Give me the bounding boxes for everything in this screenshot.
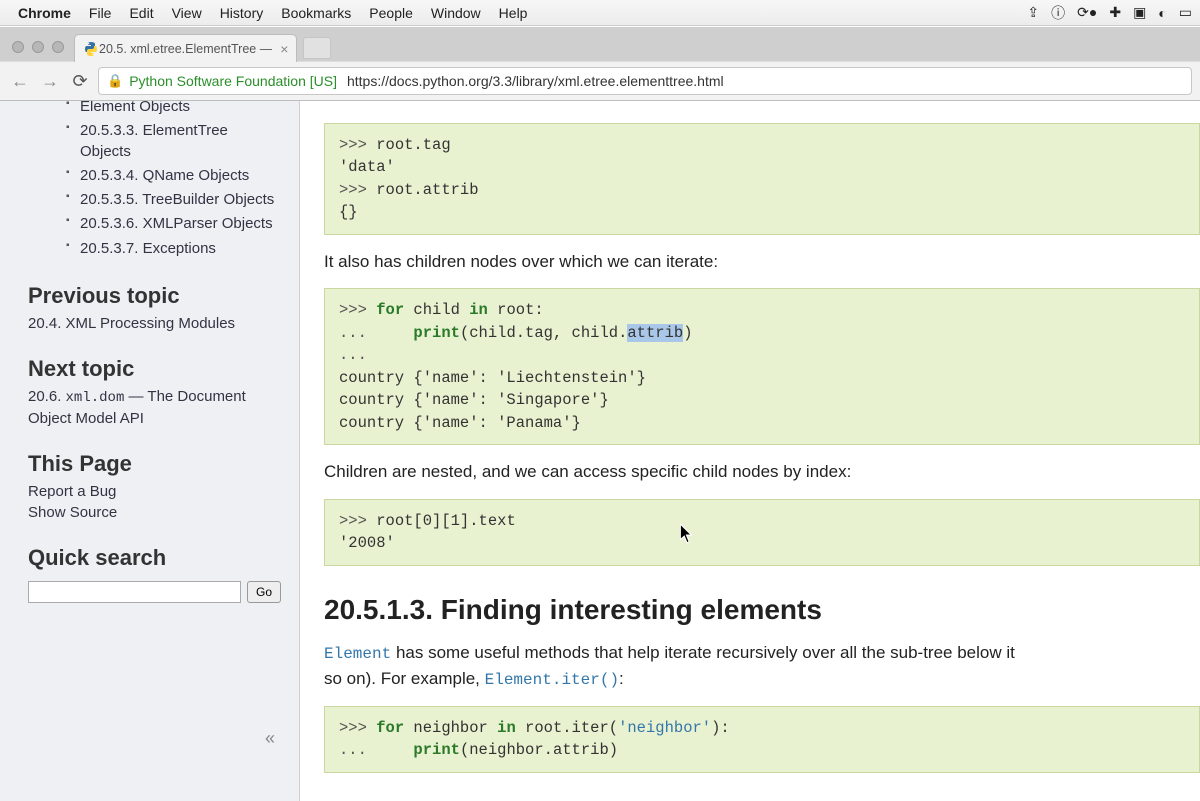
browser-window: 20.5. xml.etree.ElementTree — × ← → ⟳ 🔒 … bbox=[0, 26, 1200, 801]
close-tab-icon[interactable]: × bbox=[280, 41, 288, 57]
report-bug-link[interactable]: Report a Bug bbox=[28, 481, 281, 502]
quick-search-go-button[interactable]: Go bbox=[247, 581, 281, 603]
menubar-history[interactable]: History bbox=[220, 5, 264, 21]
new-tab-button[interactable] bbox=[303, 37, 331, 59]
toc-item[interactable]: 20.5.3.4. QName Objects bbox=[68, 164, 281, 188]
plus-icon[interactable]: ✚ bbox=[1109, 4, 1121, 21]
back-button[interactable]: ← bbox=[8, 69, 32, 93]
mac-menubar: Chrome File Edit View History Bookmarks … bbox=[0, 0, 1200, 26]
page-body: Element Objects 20.5.3.3. ElementTree Ob… bbox=[0, 101, 1200, 801]
lock-icon: 🔒 bbox=[107, 73, 123, 89]
zoom-window-button[interactable] bbox=[52, 41, 64, 53]
minimize-window-button[interactable] bbox=[32, 41, 44, 53]
code-block: >>> root.tag 'data' >>> root.attrib {} bbox=[324, 123, 1200, 235]
reload-button[interactable]: ⟳ bbox=[68, 69, 92, 93]
info-icon[interactable]: ⓘ bbox=[1051, 3, 1065, 23]
paragraph: Children are nested, and we can access s… bbox=[324, 459, 1200, 485]
next-topic-heading: Next topic bbox=[28, 356, 281, 382]
browser-toolbar: ← → ⟳ 🔒 Python Software Foundation [US] … bbox=[0, 61, 1200, 101]
toc-item[interactable]: 20.5.3.3. ElementTree Objects bbox=[68, 119, 281, 164]
window-controls bbox=[12, 41, 64, 53]
section-heading: 20.5.1.3. Finding interesting elements bbox=[324, 594, 1200, 626]
quick-search-input[interactable] bbox=[28, 581, 241, 603]
dropbox-icon[interactable]: ⇪ bbox=[1027, 4, 1039, 21]
collapse-sidebar-icon[interactable]: « bbox=[265, 728, 275, 749]
code-block: >>> root[0][1].text '2008' bbox=[324, 499, 1200, 566]
display-icon[interactable]: ▭ bbox=[1179, 4, 1192, 21]
main-content: >>> root.tag 'data' >>> root.attrib {} I… bbox=[300, 101, 1200, 801]
previous-topic-link[interactable]: 20.4. XML Processing Modules bbox=[28, 313, 281, 334]
menubar-app[interactable]: Chrome bbox=[18, 5, 71, 21]
quick-search-heading: Quick search bbox=[28, 545, 281, 571]
python-favicon-icon bbox=[83, 41, 99, 57]
address-bar[interactable]: 🔒 Python Software Foundation [US] https:… bbox=[98, 67, 1192, 95]
tab-bar: 20.5. xml.etree.ElementTree — × bbox=[0, 27, 1200, 61]
element-iter-link[interactable]: Element.iter() bbox=[485, 671, 619, 689]
sync-icon[interactable]: ⟳● bbox=[1077, 4, 1097, 21]
toc-item[interactable]: 20.5.3.6. XMLParser Objects bbox=[68, 212, 281, 236]
url-text: https://docs.python.org/3.3/library/xml.… bbox=[347, 73, 724, 89]
previous-topic-heading: Previous topic bbox=[28, 283, 281, 309]
browser-tab[interactable]: 20.5. xml.etree.ElementTree — × bbox=[74, 34, 297, 62]
menubar-help[interactable]: Help bbox=[499, 5, 528, 21]
element-class-link[interactable]: Element bbox=[324, 645, 391, 663]
toc-item[interactable]: Element Objects bbox=[68, 101, 281, 119]
menubar-file[interactable]: File bbox=[89, 5, 112, 21]
toc-item[interactable]: 20.5.3.5. TreeBuilder Objects bbox=[68, 188, 281, 212]
show-source-link[interactable]: Show Source bbox=[28, 502, 281, 523]
toc-item[interactable]: 20.5.3.7. Exceptions bbox=[68, 237, 281, 261]
paragraph: It also has children nodes over which we… bbox=[324, 249, 1200, 275]
close-window-button[interactable] bbox=[12, 41, 24, 53]
code-block: >>> for neighbor in root.iter('neighbor'… bbox=[324, 706, 1200, 773]
code-block: >>> for child in root: ... print(child.t… bbox=[324, 288, 1200, 445]
menubar-bookmarks[interactable]: Bookmarks bbox=[281, 5, 351, 21]
sidebar: Element Objects 20.5.3.3. ElementTree Ob… bbox=[0, 101, 300, 801]
menubar-edit[interactable]: Edit bbox=[129, 5, 153, 21]
next-topic-link[interactable]: 20.6. xml.dom — The Document Object Mode… bbox=[28, 386, 281, 430]
menubar-window[interactable]: Window bbox=[431, 5, 481, 21]
forward-button[interactable]: → bbox=[38, 69, 62, 93]
menubar-view[interactable]: View bbox=[172, 5, 202, 21]
battery-icon[interactable]: ▣ bbox=[1133, 4, 1146, 21]
paragraph: Element has some useful methods that hel… bbox=[324, 640, 1200, 692]
this-page-heading: This Page bbox=[28, 451, 281, 477]
ev-cert-label: Python Software Foundation [US] bbox=[129, 73, 337, 89]
tab-title: 20.5. xml.etree.ElementTree — bbox=[99, 42, 272, 56]
clock-icon[interactable]: ◐ bbox=[1158, 5, 1166, 21]
menubar-people[interactable]: People bbox=[369, 5, 413, 21]
